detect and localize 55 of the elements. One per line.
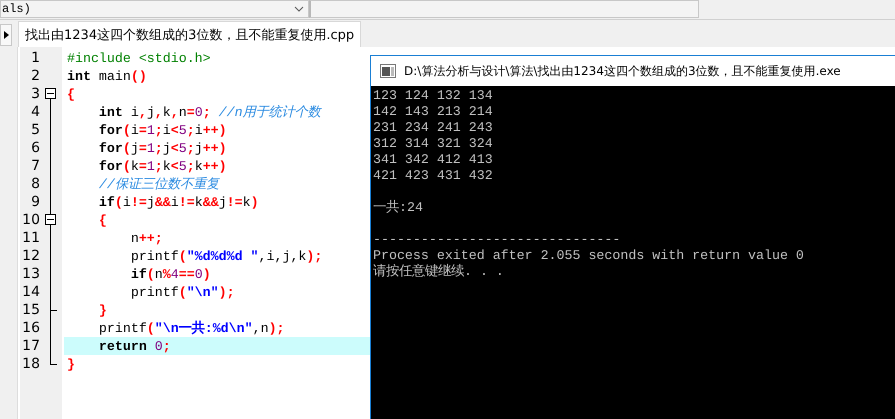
- line-number: 6: [30, 140, 40, 156]
- line-number: 17: [21, 338, 40, 354]
- line-number: 7: [30, 158, 40, 174]
- line-number: 13: [21, 266, 40, 282]
- console-output-line: 请按任意键继续. . .: [373, 264, 504, 280]
- code-line: int main(): [66, 68, 147, 85]
- fold-toggle[interactable]: [45, 214, 56, 225]
- line-number: 14: [21, 284, 40, 300]
- console-output-line: 341 342 412 413: [373, 152, 493, 168]
- window-title: D:\算法分析与设计\算法\找出由1234这四个数组成的3位数，且不能重复使用.exe: [404, 62, 841, 80]
- console-output-line: 231 234 241 243: [373, 120, 493, 136]
- console-output-line: 421 423 431 432: [373, 168, 493, 184]
- line-number: 5: [30, 122, 40, 138]
- fold-toggle[interactable]: [45, 88, 56, 99]
- line-number: 2: [30, 68, 40, 84]
- console-output-line: 312 314 321 324: [373, 136, 493, 152]
- code-line: int i,j,k,n=0; //n用于统计个数: [98, 104, 321, 121]
- code-line: #include <stdio.h>: [66, 50, 211, 67]
- triangle-icon: [4, 31, 8, 39]
- line-number: 1: [30, 50, 40, 66]
- code-line: return 0;: [98, 338, 171, 355]
- code-line: n++;: [130, 230, 163, 247]
- caret-icon: [294, 6, 304, 12]
- code-line: if(i!=j&&i!=k&&j!=k): [98, 194, 259, 211]
- line-number: 15: [21, 302, 40, 318]
- code-line: //保证三位数不重复: [98, 176, 219, 193]
- console-output-line: 123 124 132 134: [373, 88, 493, 104]
- console-output-line: Process exited after 2.055 seconds with return value 0: [373, 248, 804, 264]
- line-number: 12: [21, 248, 40, 264]
- scroll-tabs-button[interactable]: [0, 24, 12, 46]
- code-line: printf("\n");: [130, 284, 235, 301]
- line-number: 9: [30, 194, 40, 210]
- line-number: 4: [30, 104, 40, 120]
- file-tab[interactable]: 找出由1234这四个数组成的3位数，且不能重复使用.cpp: [18, 21, 362, 47]
- code-line: printf("%d%d%d ",i,j,k);: [130, 248, 322, 265]
- code-line: }: [98, 302, 107, 319]
- line-number: 10: [21, 212, 40, 228]
- console-output-line: 一共:24: [373, 200, 423, 216]
- line-number: 18: [21, 356, 40, 372]
- line-number: 3: [30, 86, 40, 102]
- line-number: 11: [21, 230, 40, 246]
- console-icon: [380, 64, 396, 78]
- code-line: for(j=1;j<5;j++): [98, 140, 227, 157]
- console-output-line: -------------------------------: [373, 232, 620, 248]
- code-line: for(k=1;k<5;k++): [98, 158, 227, 175]
- code-line: {: [66, 86, 75, 103]
- code-line: {: [98, 212, 107, 229]
- code-line: printf("\n一共:%d\n",n);: [98, 320, 285, 337]
- line-number: 16: [21, 320, 40, 336]
- code-line: for(i=1;i<5;i++): [98, 122, 227, 139]
- console-output-line: 142 143 213 214: [373, 104, 493, 120]
- code-line: if(n%4==0): [130, 266, 211, 283]
- code-line: }: [66, 356, 75, 373]
- line-number: 8: [30, 176, 40, 192]
- combo-box[interactable]: als): [0, 0, 309, 18]
